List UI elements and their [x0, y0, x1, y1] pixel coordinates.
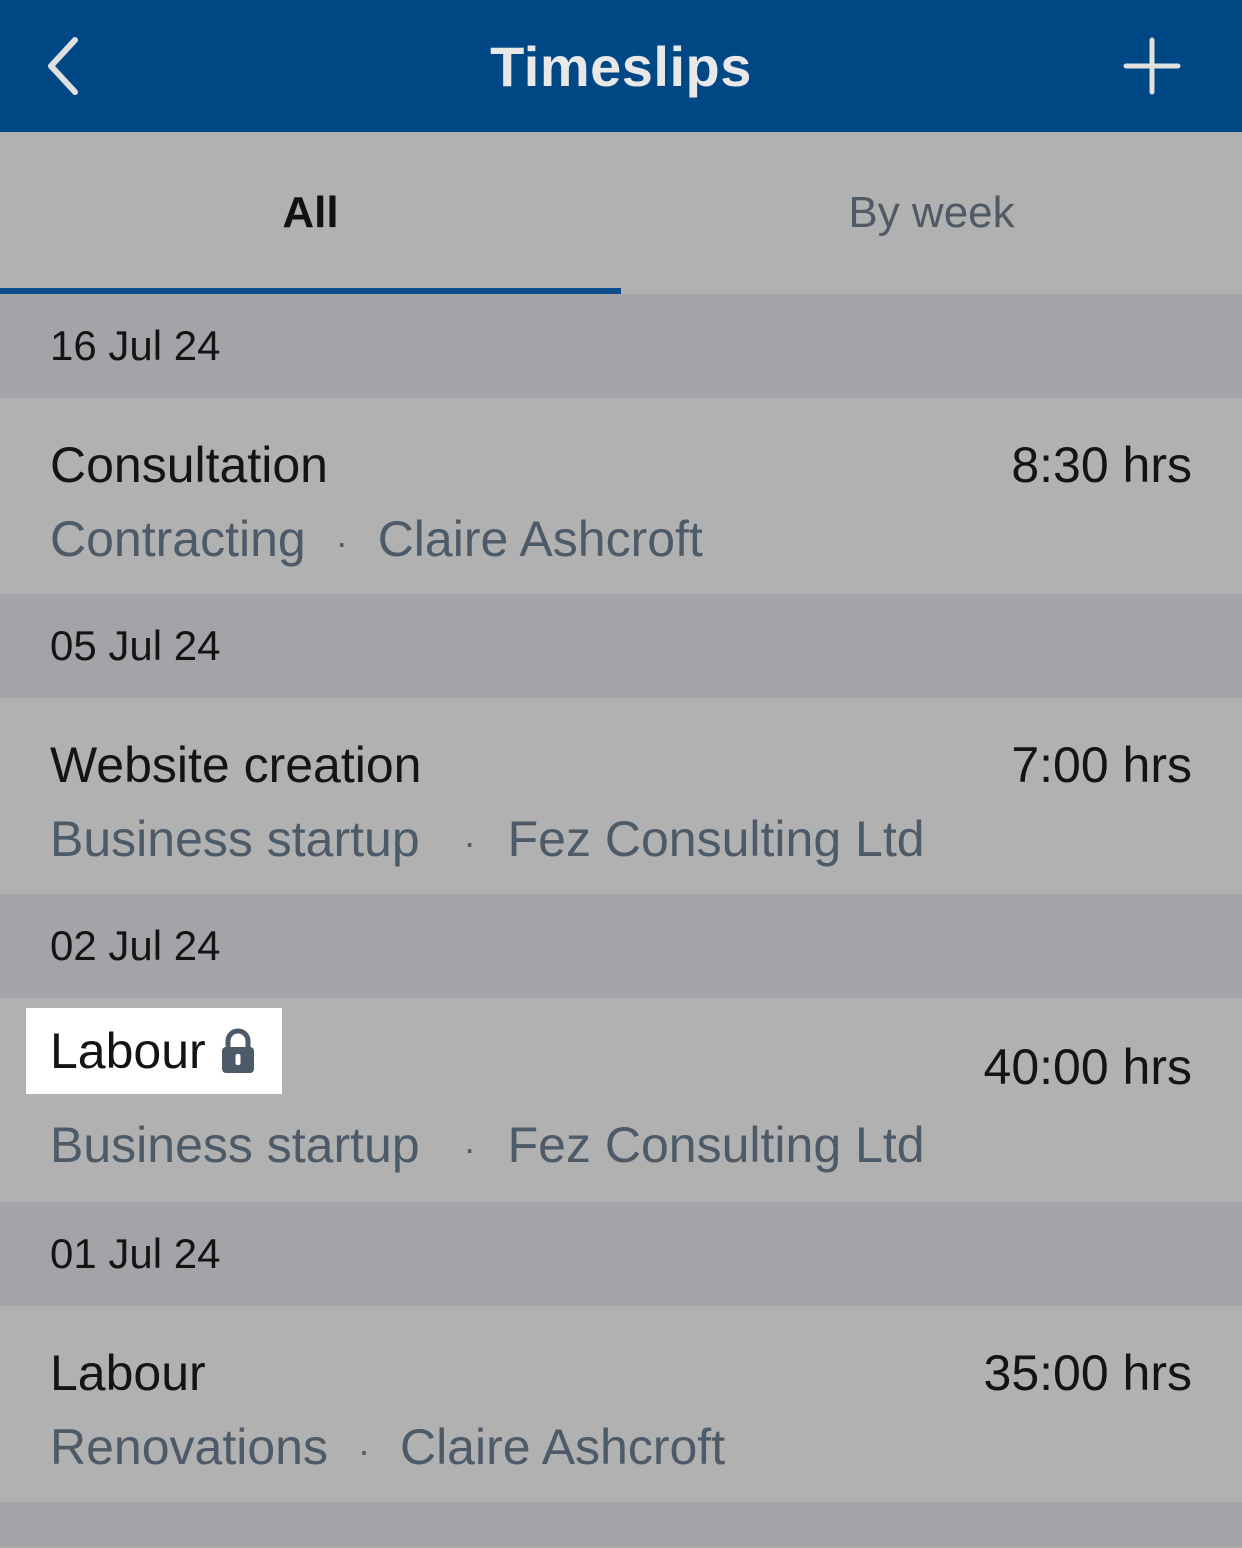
client-name: Fez Consulting Ltd [507, 1117, 925, 1173]
client-name: Fez Consulting Ltd [507, 811, 925, 867]
task-name: Website creation [50, 737, 422, 793]
client-name: Claire Ashcroft [399, 1419, 726, 1475]
timeslip-details: Renovations · Claire Ashcroft [50, 1418, 725, 1476]
tab-by-week[interactable]: By week [621, 132, 1242, 294]
date-header: 05 Jul 24 [0, 594, 1242, 698]
chevron-left-icon [48, 37, 78, 95]
timeslip-row[interactable]: Website creation 7:00 hrs Business start… [0, 698, 1242, 894]
timeslip-row[interactable]: Labour 40:00 hrs Business startup · Fez Co… [0, 998, 1242, 1202]
separator-dot: · [463, 1127, 476, 1169]
date-header: 16 Jul 24 [0, 294, 1242, 398]
highlighted-task: Labour [26, 1008, 282, 1094]
client-name: Claire Ashcroft [377, 511, 703, 567]
task-name: Labour [50, 1023, 206, 1079]
tab-bar: All By week [0, 132, 1242, 294]
back-button[interactable] [28, 30, 98, 102]
timeslip-row[interactable]: Consultation 8:30 hrs Contracting · Claire… [0, 398, 1242, 594]
plus-icon [1123, 37, 1181, 95]
task-name: Consultation [50, 437, 328, 493]
timeslip-row[interactable]: Labour 35:00 hrs Renovations · Claire Ashc… [0, 1306, 1242, 1502]
separator-dot: · [357, 1429, 370, 1471]
separator-dot: · [335, 521, 348, 563]
timeslip-hours: 8:30 hrs [1011, 437, 1192, 493]
timeslip-task: Labour [50, 1344, 206, 1402]
timeslip-task: Consultation [50, 436, 328, 494]
project-name: Business startup [50, 1117, 420, 1173]
timeslip-task: Labour [26, 1008, 282, 1094]
date-header: 01 Jul 24 [0, 1202, 1242, 1306]
timeslip-hours: 7:00 hrs [1011, 737, 1192, 793]
timeslip-hours: 40:00 hrs [983, 1039, 1192, 1095]
page-title: Timeslips [490, 34, 752, 98]
timeslip-task: Website creation [50, 736, 421, 794]
timeslip-details: Business startup · Fez Consulting Ltd [50, 1116, 925, 1174]
lock-icon [220, 1028, 256, 1074]
add-timeslip-button[interactable] [1112, 30, 1192, 102]
project-name: Renovations [50, 1419, 328, 1475]
timeslip-details: Contracting · Claire Ashcroft [50, 510, 703, 568]
timeslip-hours: 35:00 hrs [983, 1345, 1192, 1401]
next-date-header [0, 1502, 1242, 1546]
task-name: Labour [50, 1345, 206, 1401]
tab-all[interactable]: All [0, 132, 621, 294]
timeslip-details: Business startup · Fez Consulting Ltd [50, 810, 925, 868]
project-name: Contracting [50, 511, 306, 567]
date-header: 02 Jul 24 [0, 894, 1242, 998]
project-name: Business startup [50, 811, 420, 867]
separator-dot: · [463, 821, 476, 863]
app-header: Timeslips [0, 0, 1242, 132]
